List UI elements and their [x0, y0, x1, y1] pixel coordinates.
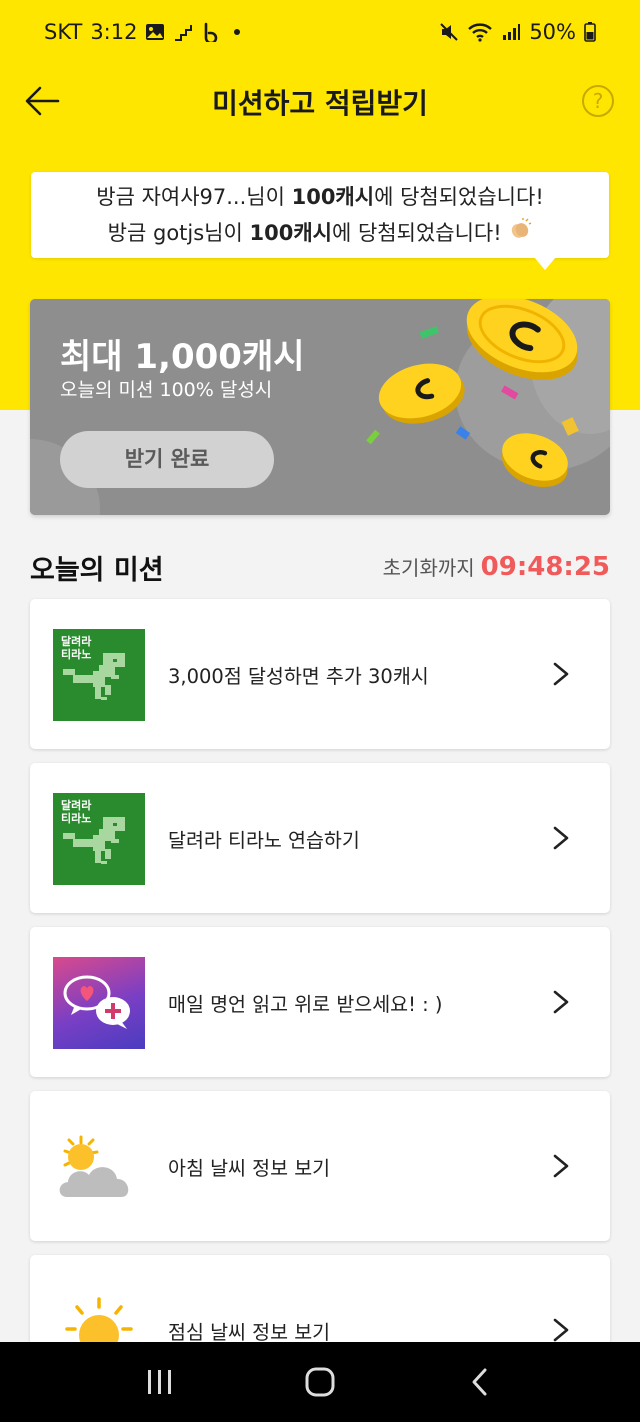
b-app-icon: [201, 22, 221, 42]
recent-apps-button[interactable]: [130, 1352, 190, 1412]
winners-ticker: 방금 자여사97...님이 100캐시에 당첨되었습니다! 방금 gotjs님이…: [31, 172, 609, 258]
section-title: 오늘의 미션: [30, 555, 164, 586]
status-bar: SKT 3:12 50%: [0, 0, 640, 64]
mission-label: 점심 날씨 정보 보기: [168, 1321, 331, 1344]
chevron-right-icon: [553, 1318, 569, 1342]
recent-apps-icon: [148, 1370, 171, 1394]
home-button[interactable]: [290, 1352, 350, 1412]
page-title: 미션하고 적립받기: [212, 87, 428, 120]
chevron-right-icon: [553, 990, 569, 1014]
notification-dot-icon: [229, 24, 245, 40]
home-icon: [305, 1367, 335, 1397]
help-button[interactable]: ?: [582, 85, 614, 117]
winner-line: 방금 자여사97...님이 100캐시에 당첨되었습니다!: [96, 185, 544, 209]
chevron-right-icon: [553, 662, 569, 686]
signal-icon: [501, 23, 521, 41]
clock: 3:12: [90, 20, 138, 44]
receive-reward-button[interactable]: 받기 완료: [60, 431, 274, 488]
dino-game-icon: 달려라 티라노: [53, 629, 145, 721]
banner-title: 최대 1,000캐시: [60, 337, 305, 377]
banner-subtitle: 오늘의 미션 100% 달성시: [60, 379, 273, 401]
chevron-right-icon: [553, 826, 569, 850]
partly-cloudy-icon: [53, 1121, 145, 1213]
battery-percent: 50%: [529, 20, 576, 44]
mission-label: 달려라 티라노 연습하기: [168, 829, 360, 852]
chat-heart-icon: [53, 957, 145, 1049]
winner-line: 방금 gotjs님이 100캐시에 당첨되었습니다!: [31, 215, 609, 251]
mission-item[interactable]: 달려라 티라노 달려라 티라노 연습하기: [30, 763, 610, 913]
reset-label: 초기화까지: [382, 556, 475, 580]
mission-item[interactable]: 달려라 티라노 3,000점 달성하면 추가 30캐시: [30, 599, 610, 749]
wifi-icon: [467, 22, 493, 42]
bubble-tail: [534, 257, 556, 270]
reset-countdown: 09:48:25: [480, 552, 610, 582]
stairs-icon: [173, 23, 193, 41]
system-nav-bar: [0, 1342, 640, 1422]
mute-icon: [439, 22, 459, 42]
mission-item[interactable]: 매일 명언 읽고 위로 받으세요! : ): [30, 927, 610, 1077]
gallery-icon: [145, 23, 165, 41]
mission-label: 아침 날씨 정보 보기: [168, 1157, 331, 1180]
mission-list: 달려라 티라노 3,000점 달성하면 추가 30캐시 달려라 티라노 달려라 …: [30, 599, 610, 1419]
reset-timer: 초기화까지 09:48:25: [383, 552, 610, 582]
app-header: 미션하고 적립받기 ?: [0, 64, 640, 138]
chevron-left-icon: [472, 1368, 487, 1396]
mission-item[interactable]: 아침 날씨 정보 보기: [30, 1091, 610, 1241]
chevron-right-icon: [553, 1154, 569, 1178]
mission-label: 3,000점 달성하면 추가 30캐시: [168, 665, 429, 688]
battery-icon: [584, 22, 596, 42]
reward-banner: 최대 1,000캐시 오늘의 미션 100% 달성시 받기 완료: [30, 299, 610, 515]
dino-game-icon: 달려라 티라노: [53, 793, 145, 885]
mission-label: 매일 명언 읽고 위로 받으세요! : ): [168, 993, 443, 1016]
carrier: SKT: [44, 20, 83, 44]
system-back-button[interactable]: [450, 1352, 510, 1412]
clapping-hands-icon: [508, 215, 532, 251]
